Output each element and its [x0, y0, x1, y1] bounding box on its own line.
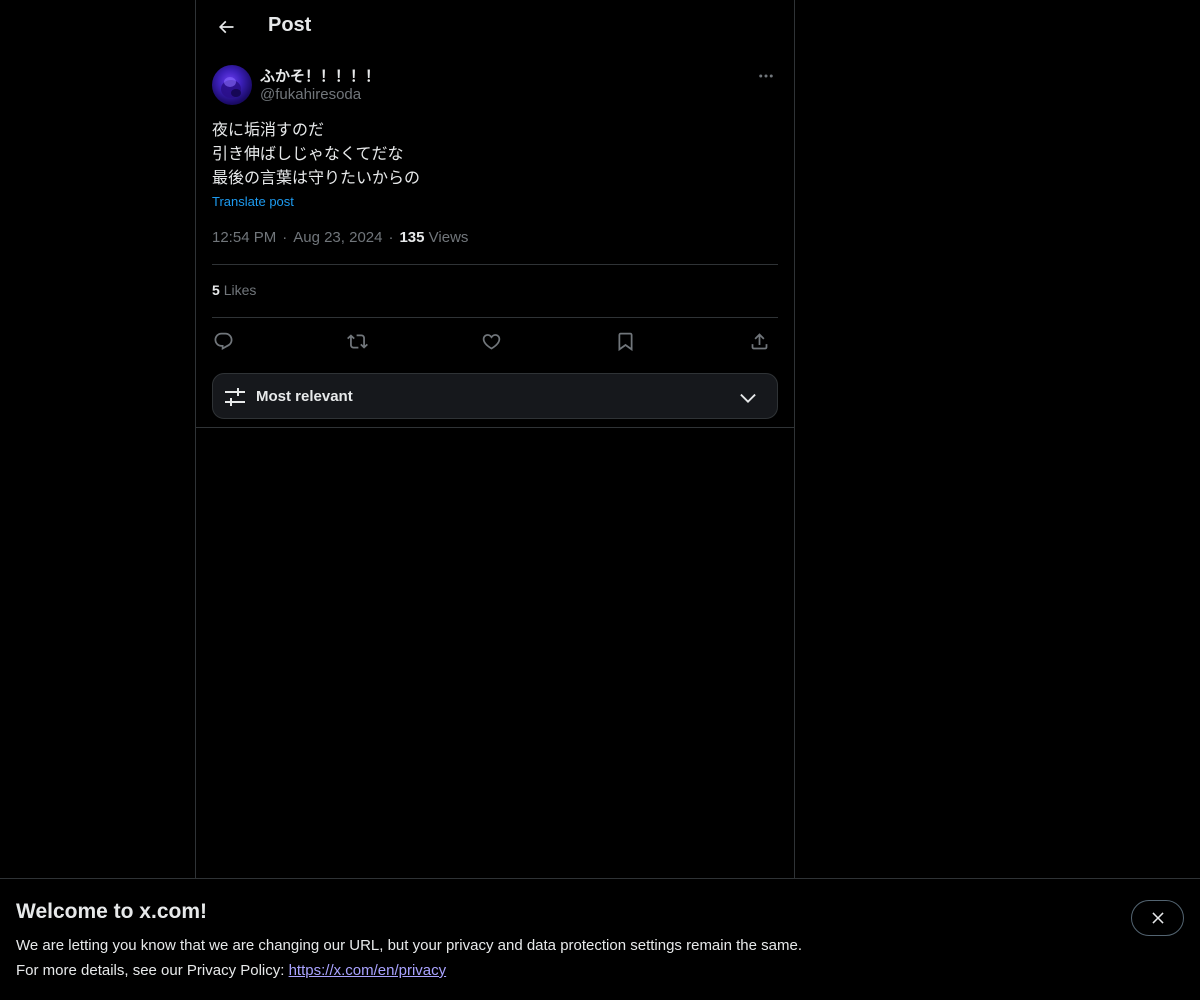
repost-button[interactable] — [342, 326, 372, 356]
welcome-banner: Welcome to x.com! We are letting you kno… — [0, 878, 1200, 1000]
likes-link[interactable]: 5 Likes — [212, 282, 256, 298]
post-text-line: 夜に垢消すのだ — [212, 122, 325, 139]
views-label: Views — [428, 229, 469, 246]
chevron-down-icon — [740, 393, 756, 403]
page-title: Post — [268, 14, 312, 36]
separator: · — [282, 229, 288, 246]
post-header: Post — [196, 0, 794, 54]
reply-sort-dropdown[interactable]: Most relevant — [212, 373, 778, 419]
banner-message: We are letting you know that we are chan… — [16, 937, 802, 954]
avatar[interactable] — [212, 65, 252, 105]
share-button[interactable] — [744, 326, 774, 356]
post-text-line: 最後の言葉は守りたいからの — [212, 170, 421, 187]
post-text: 夜に垢消すのだ 引き伸ばしじゃなくてだな 最後の言葉は守りたいからの — [212, 119, 778, 191]
likes-label: Likes — [223, 282, 257, 298]
post-actions — [212, 326, 778, 356]
divider — [196, 427, 794, 428]
bookmark-icon — [618, 332, 632, 351]
arrow-left-icon — [218, 20, 234, 34]
post-time[interactable]: 12:54 PM — [212, 229, 276, 246]
likes-count: 5 — [212, 282, 220, 298]
banner-title: Welcome to x.com! — [16, 900, 207, 923]
author-display-name[interactable]: ふかそ！！！！！ — [260, 65, 380, 86]
more-options-button[interactable] — [754, 64, 778, 88]
like-button[interactable] — [476, 326, 506, 356]
primary-column: Post ふかそ！！！！！ @fukahiresoda 夜に垢消すのだ 引き伸ば… — [195, 0, 795, 878]
back-button[interactable] — [208, 9, 244, 45]
avatar-image — [221, 77, 241, 98]
bookmark-button[interactable] — [610, 326, 640, 356]
privacy-policy-link[interactable]: https://x.com/en/privacy — [289, 962, 447, 979]
author-handle[interactable]: @fukahiresoda — [260, 86, 361, 103]
close-banner-button[interactable] — [1131, 900, 1184, 936]
divider — [212, 317, 778, 318]
repost-icon — [346, 333, 368, 349]
post-metadata: 12:54 PM · Aug 23, 2024 · 135 Views — [212, 229, 468, 246]
reply-button[interactable] — [208, 326, 238, 356]
share-icon — [751, 332, 767, 349]
sort-label: Most relevant — [256, 388, 353, 405]
post-text-line: 引き伸ばしじゃなくてだな — [212, 146, 404, 163]
divider — [212, 264, 778, 265]
close-icon — [1151, 912, 1164, 924]
views-count: 135 — [399, 229, 425, 246]
sliders-icon — [225, 388, 245, 406]
like-icon — [482, 333, 500, 350]
banner-privacy-line: For more details, see our Privacy Policy… — [16, 962, 446, 979]
post-author: ふかそ！！！！！ @fukahiresoda — [212, 64, 778, 108]
separator: · — [388, 229, 394, 246]
reply-icon — [214, 332, 232, 350]
more-horizontal-icon — [759, 74, 773, 78]
banner-privacy-prefix: For more details, see our Privacy Policy… — [16, 962, 289, 979]
translate-post-link[interactable]: Translate post — [212, 194, 294, 209]
post-date[interactable]: Aug 23, 2024 — [293, 229, 382, 246]
